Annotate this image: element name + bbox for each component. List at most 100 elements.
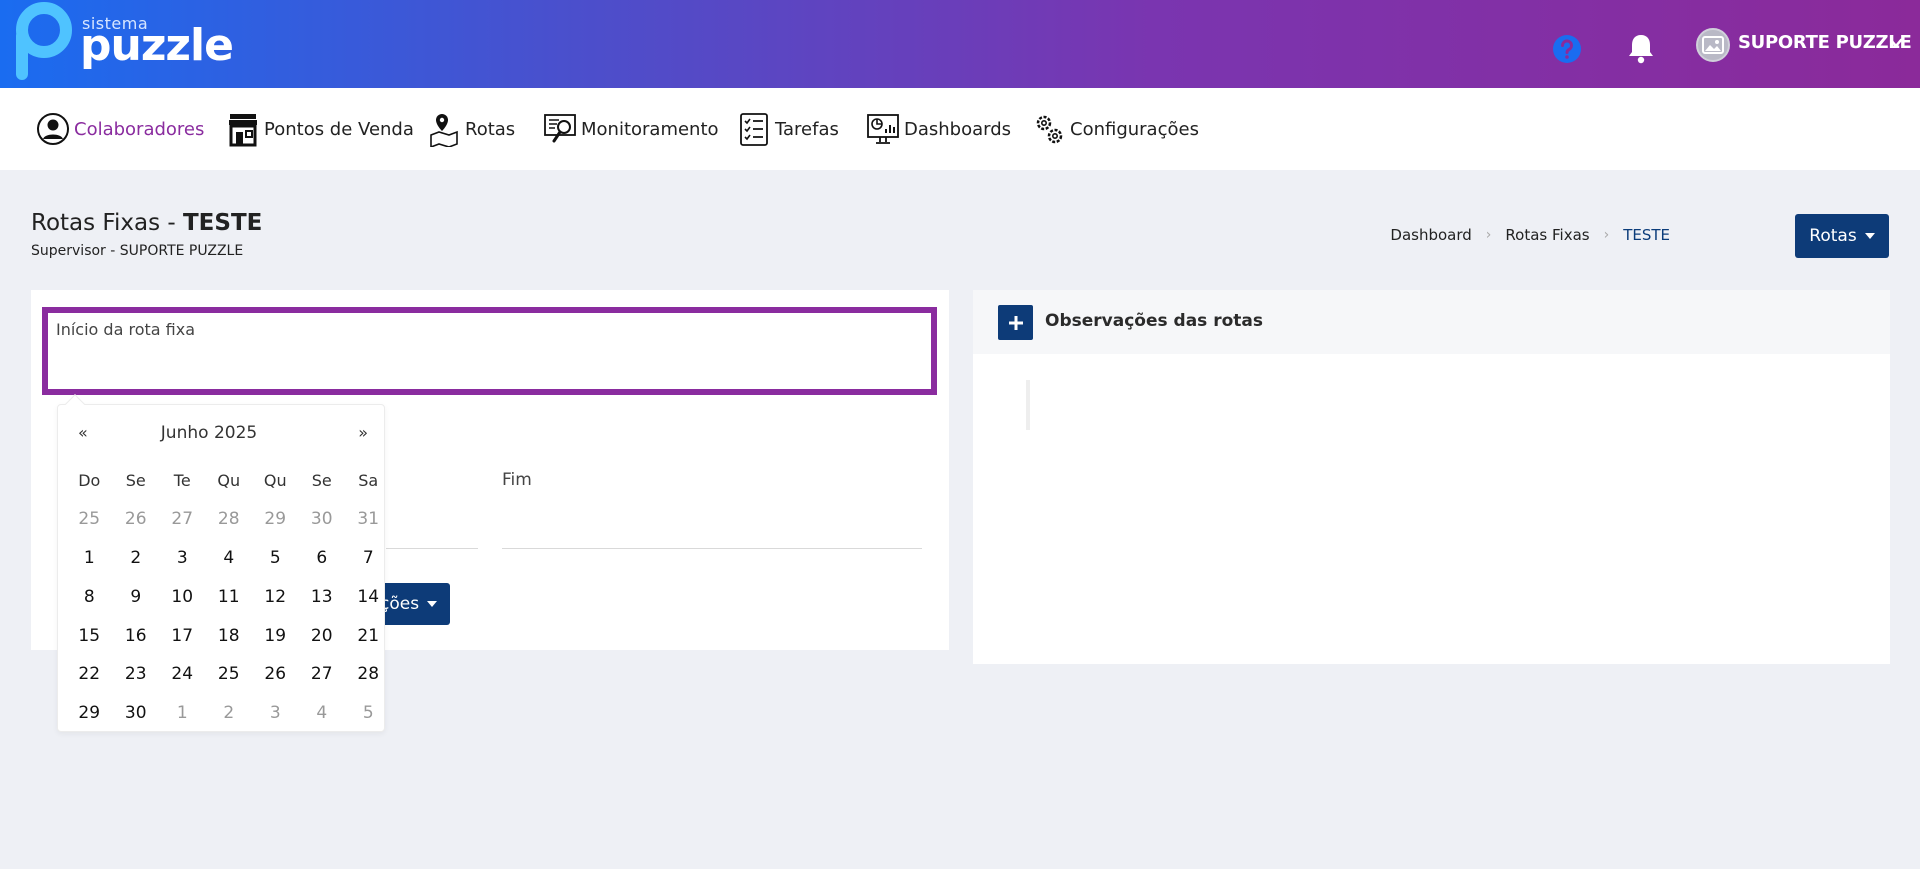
calendar-day[interactable]: 17 <box>159 616 206 655</box>
nav-label: Rotas <box>465 118 516 140</box>
weekday-header: Qu <box>263 470 287 490</box>
nav-item-dashboards[interactable]: Dashboards <box>866 88 1011 170</box>
calendar-day[interactable]: 3 <box>159 539 206 578</box>
calendar-day[interactable]: 6 <box>299 539 346 578</box>
checklist-icon <box>740 113 768 146</box>
calendar-day[interactable]: 21 <box>345 616 392 655</box>
calendar-day-other-month[interactable]: 2 <box>206 694 253 733</box>
calendar-day[interactable]: 27 <box>299 655 346 694</box>
calendar-day-other-month[interactable]: 29 <box>252 500 299 539</box>
calendar-day[interactable]: 20 <box>299 616 346 655</box>
breadcrumb-separator-icon: › <box>1603 227 1610 243</box>
nav-item-monitoramento[interactable]: Monitoramento <box>543 88 719 170</box>
nav-label: Configurações <box>1070 118 1199 140</box>
calendar-day[interactable]: 2 <box>113 539 160 578</box>
calendar-day-other-month[interactable]: 3 <box>252 694 299 733</box>
calendar-day-other-month[interactable]: 25 <box>66 500 113 539</box>
calendar-day-other-month[interactable]: 26 <box>113 500 160 539</box>
input-underline <box>386 548 478 549</box>
calendar-day[interactable]: 12 <box>252 577 299 616</box>
rotas-button-label: Rotas <box>1809 226 1857 246</box>
calendar-day[interactable]: 14 <box>345 577 392 616</box>
calendar-day[interactable]: 7 <box>345 539 392 578</box>
breadcrumb-item-rotas-fixas[interactable]: Rotas Fixas <box>1505 226 1589 244</box>
logo[interactable]: sistema puzzle <box>14 2 234 82</box>
nav-label: Dashboards <box>904 118 1012 140</box>
calendar-day[interactable]: 19 <box>252 616 299 655</box>
weekday-header: Se <box>125 470 146 490</box>
bell-icon[interactable] <box>1626 32 1656 64</box>
add-note-button[interactable] <box>998 305 1033 340</box>
calendar-day[interactable]: 1 <box>66 539 113 578</box>
calendar-day-other-month[interactable]: 27 <box>159 500 206 539</box>
calendar-day-other-month[interactable]: 30 <box>299 500 346 539</box>
calendar-day-other-month[interactable]: 5 <box>345 694 392 733</box>
nav-label: Monitoramento <box>581 118 719 140</box>
breadcrumb-item-current: TESTE <box>1623 226 1670 244</box>
monitor-search-icon <box>544 114 576 143</box>
breadcrumb-separator-icon: › <box>1485 227 1492 243</box>
dashboard-icon <box>867 114 899 144</box>
user-menu-name[interactable]: SUPORTE PUZZLE <box>1738 32 1912 53</box>
calendar-day[interactable]: 10 <box>159 577 206 616</box>
calendar-day-other-month[interactable]: 31 <box>345 500 392 539</box>
start-date-label: Início da rota fixa <box>56 320 195 339</box>
calendar-day[interactable]: 8 <box>66 577 113 616</box>
calendar-day[interactable]: 24 <box>159 655 206 694</box>
calendar-day[interactable]: 11 <box>206 577 253 616</box>
breadcrumb: Dashboard › Rotas Fixas › TESTE <box>1390 226 1670 244</box>
calendar-day[interactable]: 18 <box>206 616 253 655</box>
page-title-bold: TESTE <box>182 210 263 236</box>
calendar-day[interactable]: 22 <box>66 655 113 694</box>
avatar[interactable] <box>1696 28 1730 62</box>
datepicker-month-title[interactable]: Junho 2025 <box>58 423 386 443</box>
start-date-field[interactable]: Início da rota fixa <box>42 307 937 395</box>
calendar-day-other-month[interactable]: 1 <box>159 694 206 733</box>
chevron-down-icon[interactable] <box>1890 38 1902 48</box>
calendar-day[interactable]: 16 <box>113 616 160 655</box>
nav-item-pontos-de-venda[interactable]: Pontos de Venda <box>226 88 414 170</box>
datepicker-grid: Do Se Te Qu Qu Se Sa 25 26 27 28 29 30 31 1 2 3 4 5 6 7 8 9 10 1… <box>66 461 379 733</box>
calendar-day[interactable]: 13 <box>299 577 346 616</box>
logo-mark-icon <box>16 2 72 80</box>
nav-item-tarefas[interactable]: Tarefas <box>737 88 839 170</box>
nav-item-colaboradores[interactable]: Colaboradores <box>36 88 204 170</box>
nav-label: Colaboradores <box>74 118 205 140</box>
end-date-field[interactable] <box>502 548 922 549</box>
notes-quote-bar <box>1026 380 1030 430</box>
weekday-header: Te <box>173 470 191 490</box>
breadcrumb-item-dashboard[interactable]: Dashboard <box>1390 226 1471 244</box>
end-date-label: Fim <box>502 470 532 490</box>
page-title-prefix: Rotas Fixas - <box>31 210 183 236</box>
main-nav: Colaboradores Pontos de Venda Rotas Moni… <box>0 88 1920 170</box>
avatar-image-icon <box>1702 36 1724 54</box>
calendar-day[interactable]: 15 <box>66 616 113 655</box>
calendar-day[interactable]: 29 <box>66 694 113 733</box>
top-header: sistema puzzle SUPORTE PUZZLE <box>0 0 1920 88</box>
weekday-header: Qu <box>217 470 241 490</box>
calendar-day[interactable]: 5 <box>252 539 299 578</box>
nav-item-rotas[interactable]: Rotas <box>427 88 515 170</box>
help-icon[interactable] <box>1552 34 1582 64</box>
calendar-day-other-month[interactable]: 4 <box>299 694 346 733</box>
calendar-day[interactable]: 4 <box>206 539 253 578</box>
calendar-day-other-month[interactable]: 28 <box>206 500 253 539</box>
page-title: Rotas Fixas - TESTE <box>31 210 262 236</box>
plus-icon <box>1008 315 1023 330</box>
notes-card: Observações das rotas <box>973 290 1890 664</box>
nav-item-configuracoes[interactable]: Configurações <box>1032 88 1199 170</box>
logo-text: puzzle <box>80 20 234 71</box>
rotas-dropdown-button[interactable]: Rotas <box>1795 214 1889 258</box>
calendar-day[interactable]: 9 <box>113 577 160 616</box>
store-icon <box>229 114 257 147</box>
user-circle-icon <box>37 113 69 145</box>
caret-down-icon <box>1864 233 1875 239</box>
calendar-day[interactable]: 26 <box>252 655 299 694</box>
calendar-day[interactable]: 25 <box>206 655 253 694</box>
map-pin-icon <box>430 114 458 147</box>
next-month-button[interactable]: » <box>358 423 368 442</box>
calendar-day[interactable]: 28 <box>345 655 392 694</box>
calendar-day[interactable]: 23 <box>113 655 160 694</box>
calendar-day[interactable]: 30 <box>113 694 160 733</box>
weekday-header: Do <box>78 470 101 490</box>
